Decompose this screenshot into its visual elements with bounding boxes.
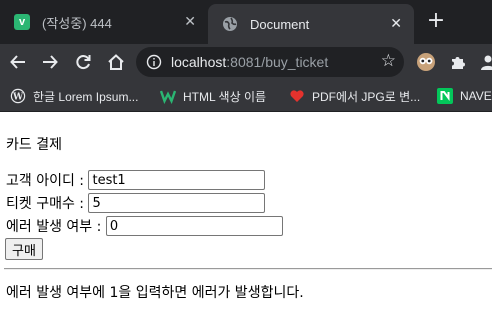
back-arrow-icon	[10, 55, 25, 69]
browser-toolbar: localhost:8081/buy_ticket ☆	[0, 44, 492, 80]
avatar-icon	[481, 55, 492, 70]
error-hint-text: 에러 발생 여부에 1을 입력하면 에러가 발생합니다.	[6, 285, 304, 301]
ticket-count-row: 티켓 구매수 :	[6, 193, 266, 213]
puzzle-icon	[452, 57, 465, 69]
globe-icon	[223, 17, 237, 31]
home-button[interactable]	[104, 50, 128, 74]
buy-button[interactable]: 구매	[5, 238, 43, 260]
tab-title: Document	[250, 16, 310, 32]
bookmark-html-colors[interactable]: HTML 색상 이름	[160, 80, 267, 111]
owl-extension-icon	[417, 53, 435, 71]
w-logo-icon	[160, 88, 176, 104]
extensions-button[interactable]	[446, 50, 470, 74]
forward-button[interactable]	[38, 50, 62, 74]
customer-id-input[interactable]	[88, 170, 266, 190]
tab-title: (작성중) 444	[42, 15, 112, 31]
new-tab-button[interactable]: +	[424, 9, 448, 33]
bookmarks-bar: W 한글 Lorem Ipsum... HTML 색상 이름 PDF에서 JPG…	[0, 80, 492, 112]
error-flag-row: 에러 발생 여부 :	[6, 216, 283, 236]
bookmark-lorem[interactable]: W 한글 Lorem Ipsum...	[10, 80, 139, 111]
url-text[interactable]: localhost:8081/buy_ticket	[171, 54, 328, 70]
svg-text:W: W	[12, 93, 24, 103]
tab-document[interactable]: Document ✕	[208, 4, 414, 44]
ticket-count-input[interactable]	[88, 193, 266, 213]
bookmark-label: NAVER	[460, 89, 492, 103]
error-flag-input[interactable]	[105, 216, 283, 236]
info-icon[interactable]	[146, 54, 162, 70]
tab-strip: v (작성중) 444 ✕ Document ✕ +	[0, 0, 492, 44]
back-button[interactable]	[6, 50, 30, 74]
divider	[4, 268, 492, 270]
close-icon[interactable]: ✕	[390, 16, 402, 32]
home-icon	[108, 54, 124, 70]
close-icon[interactable]: ✕	[184, 14, 196, 30]
url-host: localhost	[171, 54, 227, 70]
naver-icon	[437, 88, 453, 104]
profile-button[interactable]	[476, 50, 492, 74]
star-icon[interactable]: ☆	[381, 51, 396, 71]
bookmark-label: 한글 Lorem Ipsum...	[33, 89, 139, 104]
reload-icon	[76, 55, 91, 70]
customer-id-row: 고객 아이디 :	[6, 170, 266, 190]
customer-id-label: 고객 아이디 :	[6, 173, 89, 189]
address-bar[interactable]: localhost:8081/buy_ticket ☆	[136, 47, 404, 77]
page-title: 카드 결제	[6, 137, 62, 153]
bookmark-naver[interactable]: NAVER	[437, 80, 492, 111]
extension-button[interactable]	[414, 50, 438, 74]
page-content: 카드 결제 고객 아이디 : 티켓 구매수 : 에러 발생 여부 : 구매 에러…	[0, 113, 492, 318]
v-icon: v	[14, 14, 30, 30]
bookmark-pdf-jpg[interactable]: PDF에서 JPG로 변...	[289, 80, 421, 111]
heart-icon	[289, 88, 305, 104]
bookmark-label: PDF에서 JPG로 변...	[312, 89, 421, 104]
reload-button[interactable]	[71, 50, 95, 74]
ticket-count-label: 티켓 구매수 :	[6, 196, 89, 212]
wordpress-icon: W	[10, 88, 26, 104]
url-path: :8081/buy_ticket	[226, 54, 329, 70]
bookmark-label: HTML 색상 이름	[183, 89, 267, 104]
tab-draft[interactable]: v (작성중) 444 ✕	[0, 0, 208, 44]
forward-arrow-icon	[43, 55, 58, 69]
error-flag-label: 에러 발생 여부 :	[6, 219, 106, 235]
